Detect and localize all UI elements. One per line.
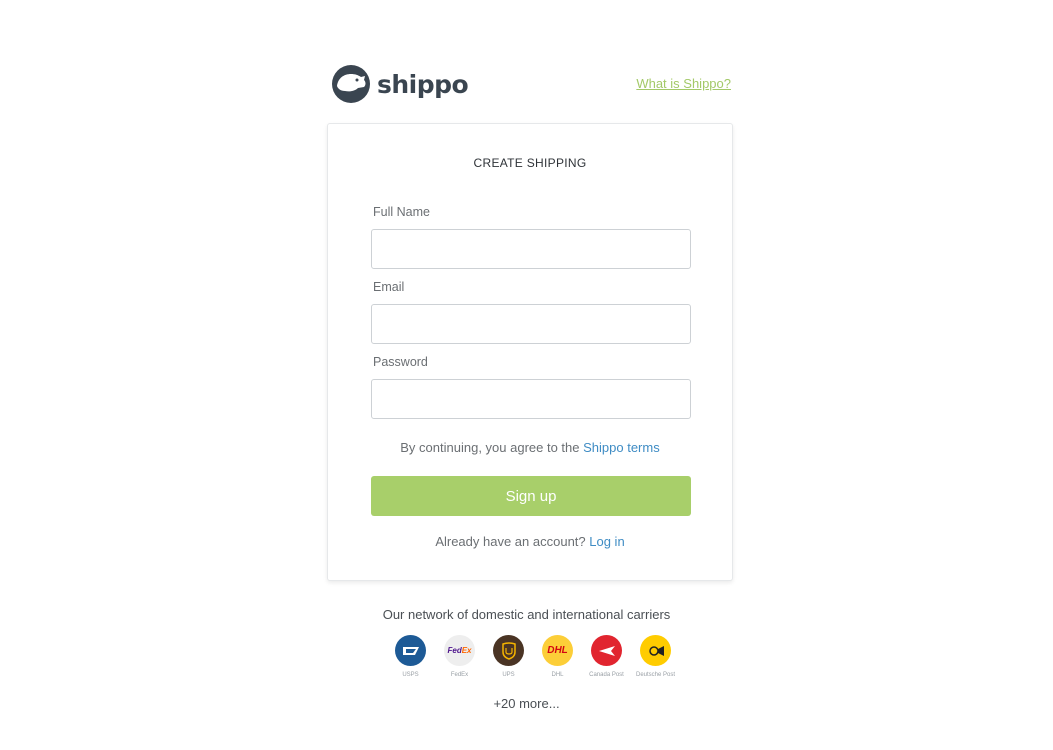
signup-page: shippo What is Shippo? CREATE SHIPPING F…	[0, 0, 1053, 750]
carrier-fedex: FedEx FedEx	[435, 635, 484, 678]
full-name-label: Full Name	[373, 205, 430, 219]
ups-shield-icon	[493, 635, 524, 666]
carrier-name: FedEx	[450, 672, 469, 678]
fedex-logo-icon: FedEx	[444, 635, 475, 666]
carriers-heading: Our network of domestic and internationa…	[382, 607, 671, 622]
usps-eagle-icon	[395, 635, 426, 666]
deutsche-post-horn-icon	[640, 635, 671, 666]
login-prompt-text: Already have an account?	[435, 534, 590, 549]
hippo-logo-icon	[332, 65, 370, 103]
carrier-name: Deutsche Post	[635, 672, 676, 678]
top-bar: shippo What is Shippo?	[331, 62, 731, 106]
full-name-input[interactable]	[371, 229, 691, 269]
logo-wordmark: shippo	[377, 69, 469, 99]
carrier-name: Canada Post	[589, 672, 624, 678]
password-input[interactable]	[371, 379, 691, 419]
carrier-canada-post: Canada Post	[582, 635, 631, 678]
carrier-usps: USPS	[386, 635, 435, 678]
sign-up-button[interactable]: Sign up	[371, 476, 691, 516]
email-input[interactable]	[371, 304, 691, 344]
carrier-ups: UPS	[484, 635, 533, 678]
terms-notice: By continuing, you agree to the Shippo t…	[328, 440, 732, 455]
log-in-link[interactable]: Log in	[589, 534, 624, 549]
carriers-list: USPS FedEx FedEx UPS DHL DHL Canada Post	[386, 635, 680, 678]
canada-post-icon	[591, 635, 622, 666]
dhl-logo-icon: DHL	[542, 635, 573, 666]
login-prompt: Already have an account? Log in	[328, 534, 732, 549]
shippo-terms-link[interactable]: Shippo terms	[583, 440, 660, 455]
carrier-deutsche-post: Deutsche Post	[631, 635, 680, 678]
carrier-name: DHL	[551, 672, 564, 678]
carrier-name: UPS	[502, 672, 515, 678]
signup-card: CREATE SHIPPING Full Name Email Password…	[327, 123, 733, 581]
carrier-dhl: DHL DHL	[533, 635, 582, 678]
password-label: Password	[373, 355, 428, 369]
terms-text: By continuing, you agree to the	[400, 440, 584, 455]
shippo-logo[interactable]: shippo	[331, 64, 469, 104]
card-title: CREATE SHIPPING	[473, 156, 587, 170]
what-is-shippo-link[interactable]: What is Shippo?	[636, 76, 731, 91]
carrier-name: USPS	[402, 672, 419, 678]
email-label: Email	[373, 280, 405, 294]
more-carriers-text: +20 more...	[493, 696, 560, 711]
